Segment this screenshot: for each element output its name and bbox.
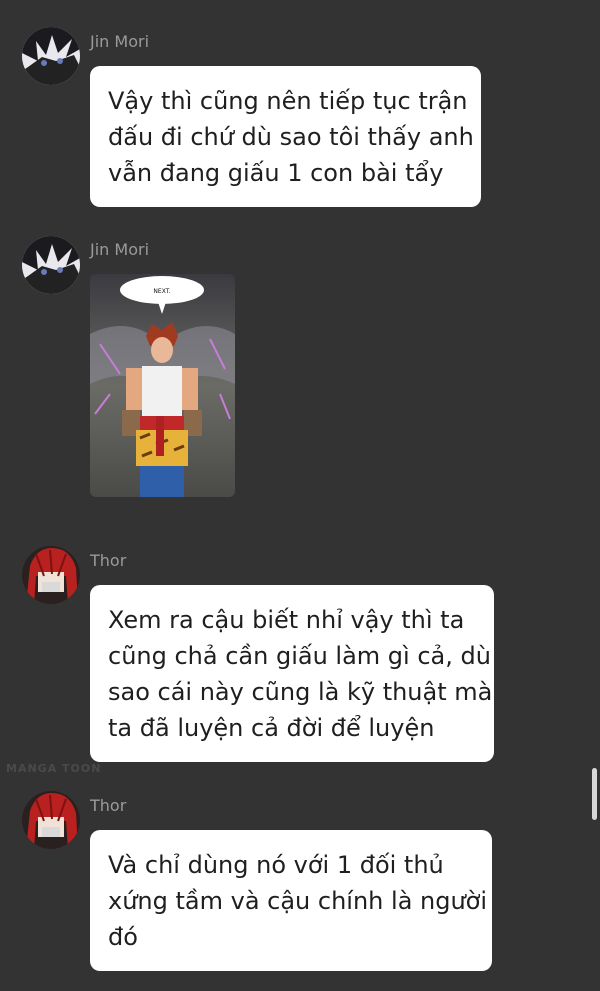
message-line: vẫn đang giấu 1 con bài tẩy [108,159,444,187]
sender-name: Thor [90,796,127,815]
message-bubble[interactable]: Xem ra cậu biết nhỉ vậy thì ta cũng chả … [90,585,494,762]
avatar-thor[interactable] [22,546,80,604]
scrollbar[interactable] [592,768,597,820]
message-line: cũng chả cần giấu làm gì cả, dù [108,642,491,670]
message-line: đấu đi chứ dù sao tôi thấy anh [108,123,474,151]
message-line: đó [108,923,138,951]
message-bubble[interactable]: Và chỉ dùng nó với 1 đối thủ xứng tầm và… [90,830,492,971]
sender-name: Jin Mori [90,32,150,51]
avatar-jin-mori[interactable] [22,236,80,294]
watermark: MANGA TOON [6,762,102,775]
sender-name: Thor [90,551,127,570]
speech-text: NEXT. [153,288,170,295]
message-line: xứng tầm và cậu chính là người [108,887,488,915]
message-line: ta đã luyện cả đời để luyện [108,714,435,742]
message-line: Xem ra cậu biết nhỉ vậy thì ta [108,606,465,634]
avatar-thor[interactable] [22,791,80,849]
avatar-jin-mori[interactable] [22,27,80,85]
message-bubble[interactable]: Vậy thì cũng nên tiếp tục trận đấu đi ch… [90,66,481,207]
message-line: Vậy thì cũng nên tiếp tục trận [108,87,468,115]
message-line: Và chỉ dùng nó với 1 đối thủ [108,851,444,879]
sender-name: Jin Mori [90,240,150,259]
message-line: sao cái này cũng là kỹ thuật mà [108,678,493,706]
image-message[interactable]: NEXT. [90,274,235,497]
